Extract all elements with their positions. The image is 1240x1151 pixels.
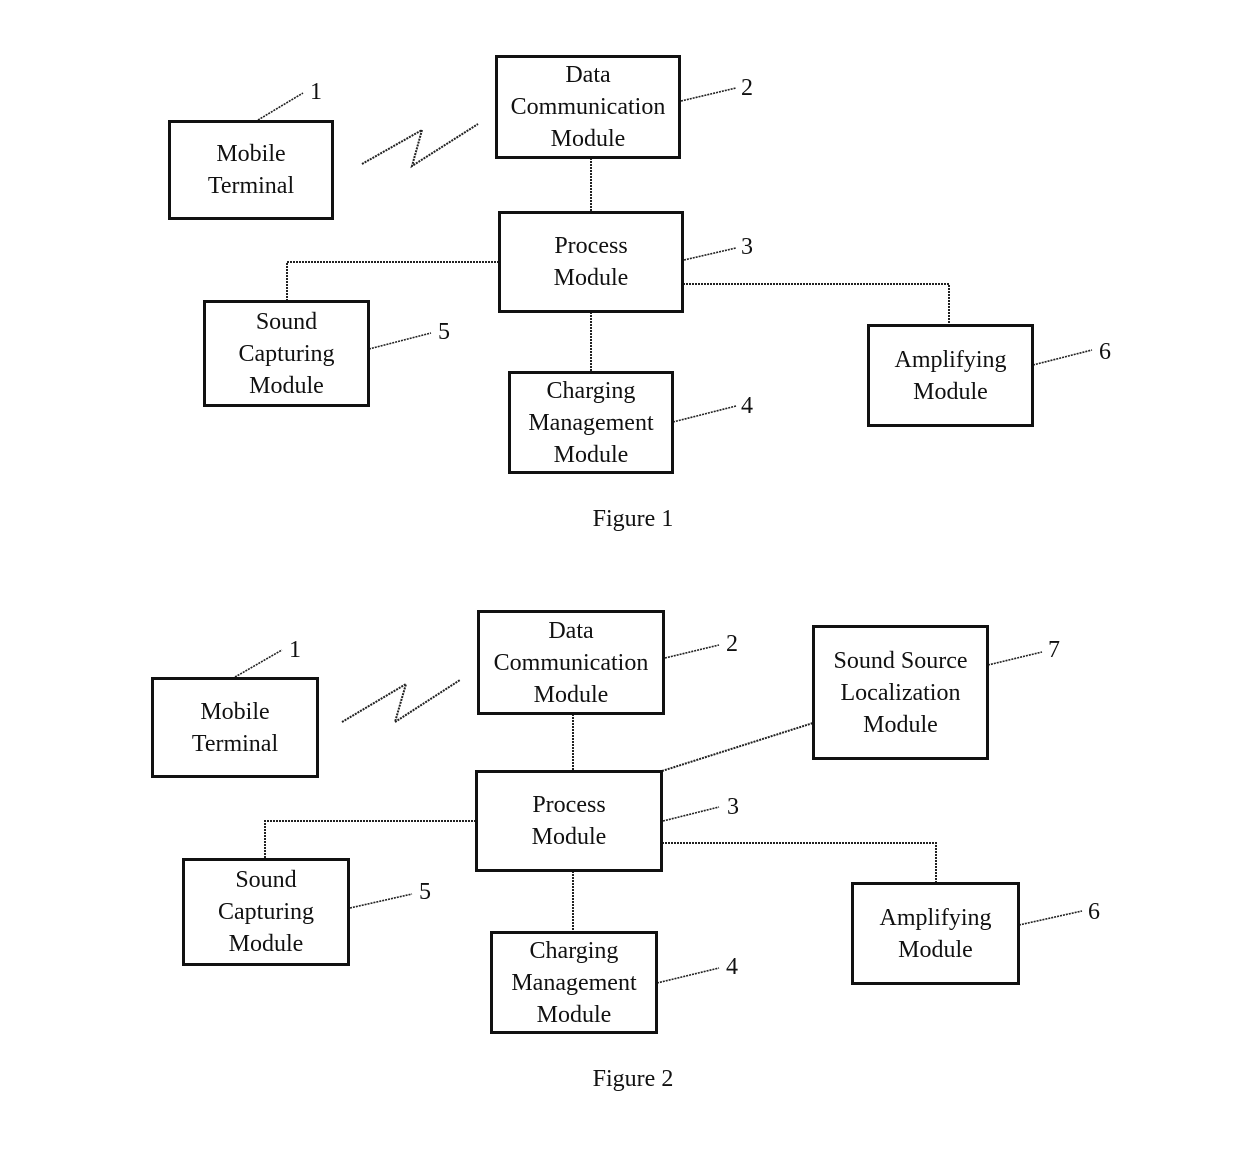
charging-management-module-box: Charging Management Module: [490, 931, 658, 1034]
mobile-terminal-box: Mobile Terminal: [151, 677, 319, 778]
sound-source-localization-module-box: Sound Source Localization Module: [812, 625, 989, 760]
ref-number-1: 1: [310, 79, 322, 105]
mobile-terminal-box: Mobile Terminal: [168, 120, 334, 220]
ref-number-1: 1: [289, 637, 301, 663]
ref-number-3: 3: [741, 234, 753, 260]
link-process-soundcapture: [264, 820, 476, 859]
wireless-link-icon: [341, 679, 461, 725]
ref-number-5: 5: [419, 879, 431, 905]
leader-5: [368, 332, 432, 350]
link-process-amplifying: [662, 842, 937, 883]
ref-number-3: 3: [727, 794, 739, 820]
leader-6: [1032, 349, 1093, 366]
leader-6: [1018, 910, 1083, 926]
leader-4: [672, 405, 737, 423]
process-module-box: Process Module: [498, 211, 684, 313]
link-process-amplifying: [683, 283, 950, 325]
leader-2: [664, 644, 720, 659]
leader-1: [257, 92, 304, 121]
ref-number-6: 6: [1099, 339, 1111, 365]
process-module-box: Process Module: [475, 770, 663, 872]
data-communication-module-box: Data Communication Module: [477, 610, 665, 715]
leader-5: [349, 893, 413, 909]
ref-number-5: 5: [438, 319, 450, 345]
leader-2: [680, 87, 737, 102]
data-communication-module-box: Data Communication Module: [495, 55, 681, 159]
ref-number-4: 4: [726, 954, 738, 980]
amplifying-module-box: Amplifying Module: [867, 324, 1034, 427]
amplifying-module-box: Amplifying Module: [851, 882, 1020, 985]
sound-capturing-module-box: Sound Capturing Module: [203, 300, 370, 407]
ref-number-6: 6: [1088, 899, 1100, 925]
leader-3: [683, 247, 737, 261]
link-process-localization: [661, 722, 814, 772]
sound-capturing-module-box: Sound Capturing Module: [182, 858, 350, 966]
leader-1: [234, 649, 283, 678]
link-process-soundcapture: [286, 261, 499, 301]
ref-number-7: 7: [1048, 637, 1060, 663]
leader-4: [656, 967, 720, 984]
ref-number-2: 2: [726, 631, 738, 657]
leader-7: [987, 651, 1043, 666]
ref-number-4: 4: [741, 393, 753, 419]
ref-number-2: 2: [741, 75, 753, 101]
figure-1-caption: Figure 1: [592, 506, 674, 532]
wireless-link-icon: [361, 123, 479, 169]
figure-2-caption: Figure 2: [592, 1066, 674, 1092]
leader-3: [662, 806, 720, 822]
charging-management-module-box: Charging Management Module: [508, 371, 674, 474]
